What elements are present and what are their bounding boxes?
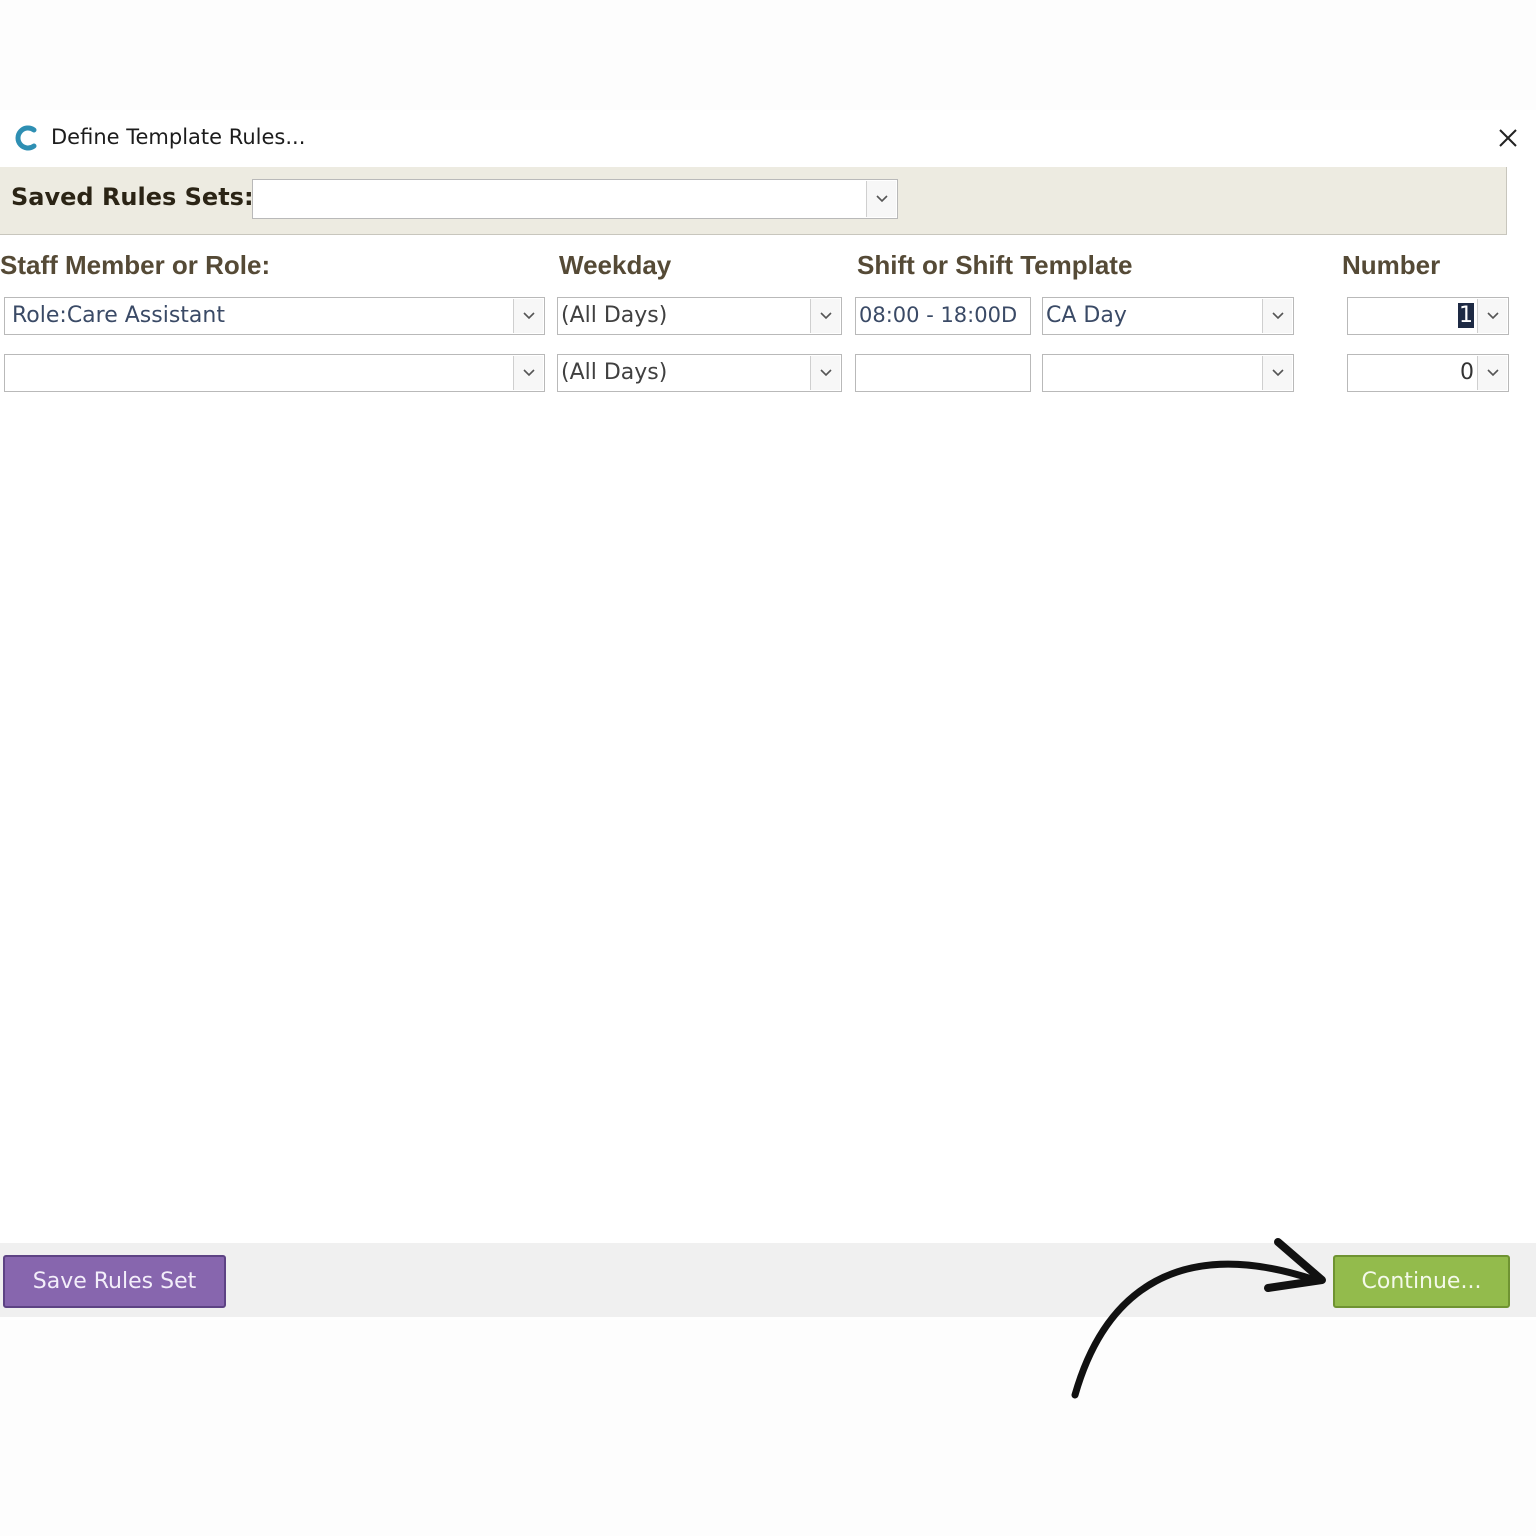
number-dropdown-button-row-2[interactable] <box>1477 356 1507 390</box>
weekday-value-row-1: (All Days) <box>561 303 668 328</box>
staff-dropdown-button-row-2[interactable] <box>513 356 543 390</box>
chevron-down-icon <box>875 195 888 203</box>
shift-template-select-row-1[interactable]: CA Day <box>1042 297 1294 335</box>
saved-rules-bar: Saved Rules Sets: <box>0 167 1507 235</box>
save-rules-set-button[interactable]: Save Rules Set <box>3 1255 226 1308</box>
weekday-dropdown-button-row-2[interactable] <box>810 356 840 390</box>
chevron-down-icon <box>522 369 535 377</box>
number-value-row-2: 0 <box>1460 360 1474 385</box>
header-staff-member-or-role: Staff Member or Role: <box>0 250 271 280</box>
chevron-down-icon <box>522 312 535 320</box>
chevron-down-icon <box>1271 312 1284 320</box>
window-title: Define Template Rules... <box>51 125 306 149</box>
number-dropdown-button-row-1[interactable] <box>1477 299 1507 333</box>
saved-rules-label: Saved Rules Sets: <box>11 183 254 211</box>
header-shift-or-shift-template: Shift or Shift Template <box>857 250 1133 280</box>
number-value-row-1: 1 <box>1458 303 1474 328</box>
header-weekday: Weekday <box>559 250 672 280</box>
continue-button[interactable]: Continue... <box>1333 1255 1510 1308</box>
shift-template-value-row-1: CA Day <box>1046 303 1127 328</box>
shift-time-field-row-1[interactable]: 08:00 - 18:00D <box>855 297 1031 335</box>
weekday-select-row-2[interactable]: (All Days) <box>557 354 842 392</box>
staff-value-row-1: Role:Care Assistant <box>12 303 225 328</box>
shift-time-value-row-1: 08:00 - 18:00D <box>859 303 1018 327</box>
close-icon[interactable] <box>1492 122 1524 154</box>
chevron-down-icon <box>819 369 832 377</box>
chevron-down-icon <box>819 312 832 320</box>
staff-select-row-2[interactable] <box>4 354 545 392</box>
number-stepper-row-2[interactable]: 0 <box>1347 354 1509 392</box>
chevron-down-icon <box>1486 369 1499 377</box>
weekday-value-row-2: (All Days) <box>561 360 668 385</box>
shift-template-dropdown-button-row-1[interactable] <box>1262 299 1292 333</box>
staff-dropdown-button-row-1[interactable] <box>513 299 543 333</box>
shift-template-select-row-2[interactable] <box>1042 354 1294 392</box>
weekday-select-row-1[interactable]: (All Days) <box>557 297 842 335</box>
shift-time-field-row-2[interactable] <box>855 354 1031 392</box>
pointer-arrow-icon <box>1071 1238 1326 1399</box>
app-c-logo-icon <box>15 125 37 151</box>
staff-select-row-1[interactable]: Role:Care Assistant <box>4 297 545 335</box>
chevron-down-icon <box>1271 369 1284 377</box>
define-template-rules-dialog: Define Template Rules... Saved Rules Set… <box>0 110 1536 1320</box>
saved-rules-select[interactable] <box>252 179 898 219</box>
header-number: Number <box>1342 250 1441 280</box>
shift-template-dropdown-button-row-2[interactable] <box>1262 356 1292 390</box>
chevron-down-icon <box>1486 312 1499 320</box>
saved-rules-dropdown-button[interactable] <box>866 181 896 217</box>
weekday-dropdown-button-row-1[interactable] <box>810 299 840 333</box>
number-stepper-row-1[interactable]: 1 <box>1347 297 1509 335</box>
title-bar: Define Template Rules... <box>0 110 1536 166</box>
